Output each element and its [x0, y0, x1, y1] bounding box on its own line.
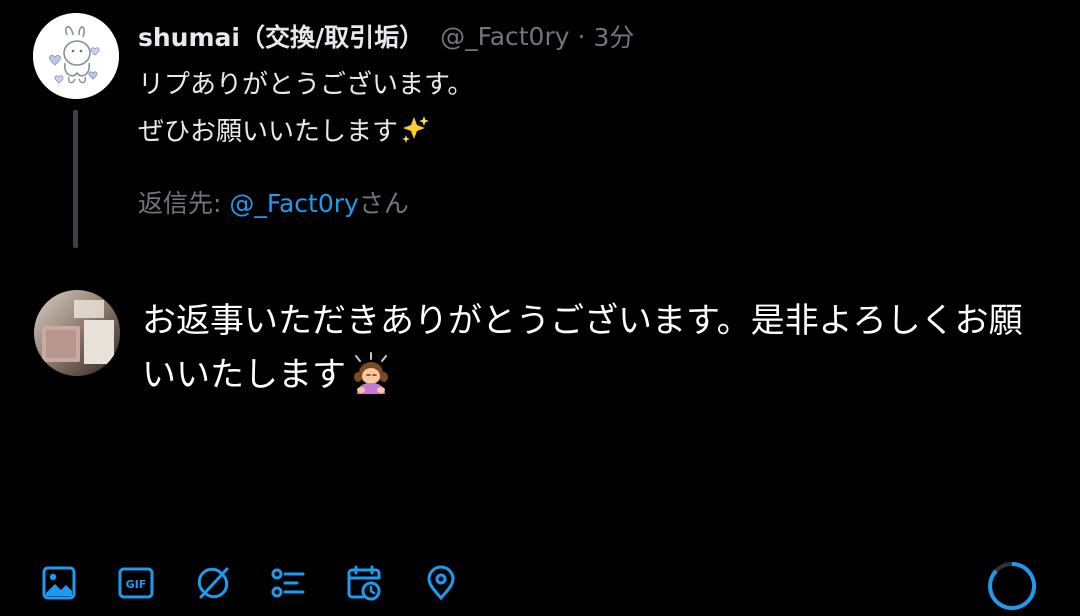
schedule-icon[interactable] [346, 565, 382, 601]
replying-to-prefix: 返信先: [138, 189, 230, 218]
sparkles-icon [400, 113, 430, 160]
reply-text-content: お返事いただきありがとうございます。是非よろしくお願いいたします [142, 301, 1023, 395]
tweet-timestamp[interactable]: 3分 [594, 18, 635, 54]
gif-label: GIF [126, 578, 147, 591]
image-icon[interactable] [41, 565, 77, 601]
user-avatar[interactable] [34, 290, 120, 376]
original-tweet: shumai（交換/取引垢） @_Fact0ry · 3分 リプありがとうござい… [0, 0, 1080, 250]
grok-icon[interactable] [195, 565, 231, 601]
replying-to-mention[interactable]: @_Fact0ry [229, 189, 358, 218]
author-handle[interactable]: @_Fact0ry [440, 22, 569, 51]
person-bowing-icon [348, 352, 394, 410]
gif-icon[interactable]: GIF [118, 565, 154, 601]
tweet-text-line: ぜひお願いいたします [138, 109, 473, 160]
thread-connector-line [73, 110, 78, 248]
location-icon[interactable] [423, 565, 459, 601]
tweet-text-line: リプありがとうございます。 [138, 70, 474, 100]
reply-compose-area: お返事いただきありがとうございます。是非よろしくお願いいたします [0, 280, 1080, 430]
bunny-avatar-icon [33, 13, 119, 99]
separator-dot: · [577, 21, 586, 51]
original-author-avatar[interactable] [33, 13, 119, 99]
tweet-text: リプありがとうございます。 ぜひお願いいたします [138, 62, 473, 160]
reply-text-input[interactable]: お返事いただきありがとうございます。是非よろしくお願いいたします [142, 294, 1052, 410]
tweet-header: shumai（交換/取引垢） @_Fact0ry · 3分 [138, 16, 634, 56]
compose-toolbar: GIF [0, 555, 1080, 610]
replying-to: 返信先: @_Fact0ryさん [138, 184, 409, 220]
author-display-name[interactable]: shumai（交換/取引垢） [138, 18, 424, 54]
poll-icon[interactable] [270, 565, 306, 601]
user-avatar-photo-icon [34, 290, 120, 376]
character-count-ring [986, 560, 1038, 612]
tweet-text-line-content: ぜひお願いいたします [138, 117, 399, 147]
replying-to-suffix: さん [358, 189, 409, 218]
